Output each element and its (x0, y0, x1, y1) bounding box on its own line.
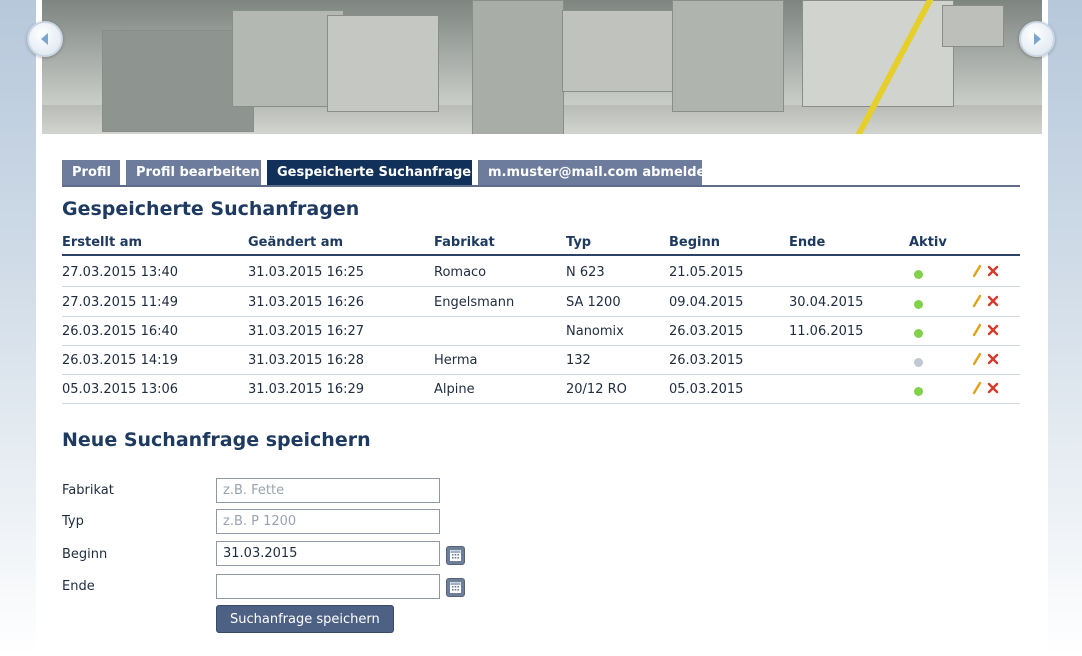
status-dot-active (914, 387, 923, 396)
tab-abmelden[interactable]: m.muster@mail.com abmelden (478, 160, 715, 185)
cell-changed: 31.03.2015 16:26 (248, 295, 365, 310)
hero-banner-image (42, 0, 1042, 134)
beginn-calendar-button[interactable] (446, 546, 465, 565)
cell-created: 27.03.2015 11:49 (62, 295, 179, 310)
cell-make: Engelsmann (434, 295, 515, 310)
column-header-geaendert: Geändert am (248, 235, 344, 250)
tab-gespeicherte-suchanfragen[interactable]: Gespeicherte Suchanfragen (267, 160, 480, 185)
cell-created: 27.03.2015 13:40 (62, 265, 179, 280)
cell-changed: 31.03.2015 16:27 (248, 324, 365, 339)
status-dot-inactive (914, 358, 923, 367)
table-row: 27.03.2015 13:40 31.03.2015 16:25 Romaco… (62, 257, 1020, 287)
delete-x-icon[interactable] (987, 351, 999, 365)
cell-type: 20/12 RO (566, 382, 627, 397)
delete-x-icon[interactable] (987, 263, 999, 277)
pencil-icon[interactable] (971, 351, 983, 366)
column-header-beginn: Beginn (669, 235, 720, 250)
tab-profil-bearbeiten[interactable]: Profil bearbeiten (126, 160, 261, 185)
beginn-input[interactable] (216, 541, 440, 566)
saved-searches-title: Gespeicherte Suchanfragen (62, 198, 360, 220)
pencil-icon[interactable] (971, 293, 983, 308)
column-header-fabrikat: Fabrikat (434, 235, 495, 250)
status-dot-active (914, 329, 923, 338)
column-header-aktiv: Aktiv (909, 235, 947, 250)
chevron-right-icon (1034, 33, 1041, 45)
cell-start: 05.03.2015 (669, 382, 744, 397)
cell-make: Romaco (434, 265, 487, 280)
table-row: 26.03.2015 16:40 31.03.2015 16:27 Nanomi… (62, 316, 1020, 346)
cell-start: 21.05.2015 (669, 265, 744, 280)
table-row: 05.03.2015 13:06 31.03.2015 16:29 Alpine… (62, 374, 1020, 404)
cell-start: 26.03.2015 (669, 353, 744, 368)
delete-x-icon[interactable] (987, 380, 999, 394)
carousel-prev-button[interactable] (27, 21, 63, 57)
cell-make: Alpine (434, 382, 475, 397)
delete-x-icon[interactable] (987, 293, 999, 307)
table-row: 26.03.2015 14:19 31.03.2015 16:28 Herma … (62, 345, 1020, 375)
typ-input[interactable] (216, 509, 440, 534)
cell-start: 09.04.2015 (669, 295, 744, 310)
status-dot-active (914, 270, 923, 279)
table-row: 27.03.2015 11:49 31.03.2015 16:26 Engels… (62, 287, 1020, 317)
table-header: Erstellt am Geändert am Fabrikat Typ Beg… (62, 232, 1020, 256)
column-header-erstellt: Erstellt am (62, 235, 143, 250)
cell-type: SA 1200 (566, 295, 621, 310)
fabrikat-label: Fabrikat (62, 483, 114, 498)
cell-end: 30.04.2015 (789, 295, 864, 310)
calendar-icon (450, 550, 461, 561)
status-dot-active (914, 300, 923, 309)
pencil-icon[interactable] (971, 263, 983, 278)
profile-tabs: Profil Profil bearbeiten Gespeicherte Su… (62, 160, 1020, 187)
cell-type: N 623 (566, 265, 605, 280)
column-header-ende: Ende (789, 235, 826, 250)
cell-created: 05.03.2015 13:06 (62, 382, 179, 397)
cell-type: Nanomix (566, 324, 624, 339)
cell-changed: 31.03.2015 16:29 (248, 382, 365, 397)
cell-changed: 31.03.2015 16:28 (248, 353, 365, 368)
delete-x-icon[interactable] (987, 322, 999, 336)
ende-label: Ende (62, 579, 95, 594)
typ-label: Typ (62, 514, 84, 529)
carousel-next-button[interactable] (1019, 21, 1055, 57)
beginn-label: Beginn (62, 547, 108, 562)
cell-make: Herma (434, 353, 478, 368)
column-header-typ: Typ (566, 235, 592, 250)
cell-start: 26.03.2015 (669, 324, 744, 339)
chevron-left-icon (41, 33, 48, 45)
cell-type: 132 (566, 353, 591, 368)
save-search-button[interactable]: Suchanfrage speichern (216, 605, 394, 633)
ende-calendar-button[interactable] (446, 578, 465, 597)
cell-created: 26.03.2015 14:19 (62, 353, 179, 368)
pencil-icon[interactable] (971, 322, 983, 337)
cell-created: 26.03.2015 16:40 (62, 324, 179, 339)
ende-input[interactable] (216, 574, 440, 599)
fabrikat-input[interactable] (216, 478, 440, 503)
new-search-title: Neue Suchanfrage speichern (62, 429, 371, 451)
cell-end: 11.06.2015 (789, 324, 864, 339)
calendar-icon (450, 582, 461, 593)
pencil-icon[interactable] (971, 380, 983, 395)
cell-changed: 31.03.2015 16:25 (248, 265, 365, 280)
tab-profil[interactable]: Profil (62, 160, 120, 185)
